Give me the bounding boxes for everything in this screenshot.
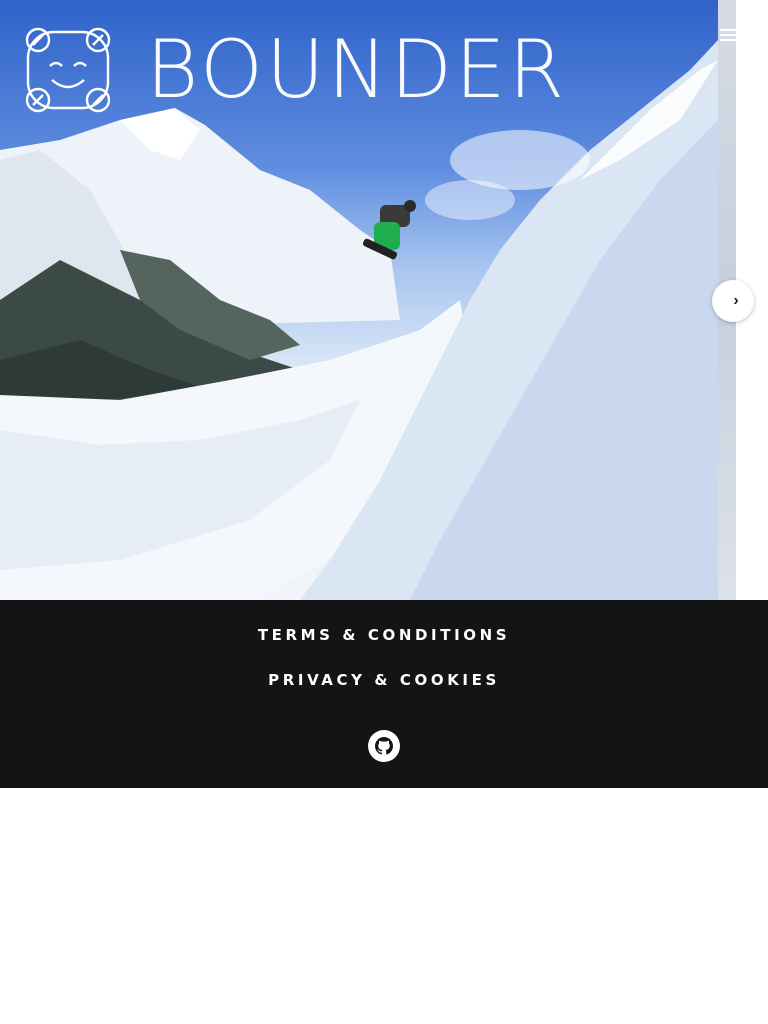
chevron-right-icon: ›	[733, 292, 739, 309]
hero-slide-image: BOUNDER	[0, 0, 718, 600]
github-icon	[375, 737, 393, 755]
menu-line	[720, 29, 740, 31]
smiling-bear-face-logo	[25, 27, 111, 113]
brand-logo[interactable]: BOUNDER	[20, 22, 567, 118]
carousel-next-button[interactable]: ›	[712, 280, 754, 322]
menu-line	[720, 39, 740, 41]
privacy-cookies-link[interactable]: PRIVACY & COOKIES	[0, 671, 768, 689]
site-footer: TERMS & CONDITIONS PRIVACY & COOKIES	[0, 600, 768, 788]
menu-line	[720, 34, 740, 36]
brand-name: BOUNDER	[146, 23, 568, 116]
hero-carousel: BOUNDER ›	[0, 0, 768, 600]
hamburger-menu-icon[interactable]	[720, 26, 740, 46]
github-link-button[interactable]	[368, 730, 400, 762]
terms-conditions-link[interactable]: TERMS & CONDITIONS	[0, 626, 768, 644]
